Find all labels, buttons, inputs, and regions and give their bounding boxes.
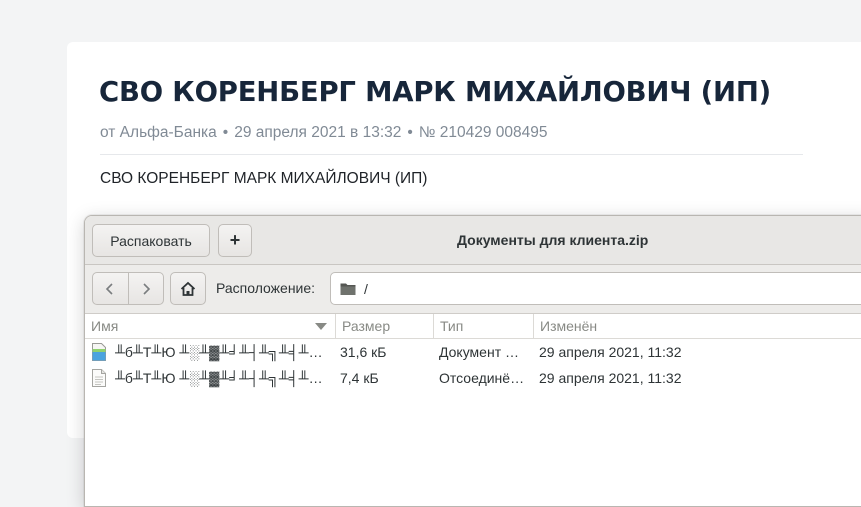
column-header-size[interactable]: Размер (335, 314, 433, 338)
file-row[interactable]: ╨б╨Т╨Ю ╨░╨▓╨╛╨┤╨╗╨╡╨╜╨╕╨╡ 31,6 кБ Докуме… (85, 339, 861, 365)
message-date: 29 апреля 2021 в 13:32 (234, 124, 402, 141)
column-header-type[interactable]: Тип (433, 314, 533, 338)
window-title: Документы для клиента.zip (457, 232, 649, 248)
file-list-header: Имя Размер Тип Изменён (85, 314, 861, 339)
sort-descending-icon (315, 323, 327, 330)
forward-button[interactable] (127, 273, 164, 304)
file-type: Документ … (439, 344, 519, 360)
message-meta: от Альфа-Банка • 29 апреля 2021 в 13:32 • № … (100, 124, 548, 142)
home-icon (180, 281, 196, 296)
chevron-left-icon (106, 282, 113, 295)
text-file-icon (92, 369, 106, 387)
header-bar: Распаковать + Документы для клиента.zip (85, 216, 861, 265)
meta-separator: • (407, 124, 413, 141)
home-button[interactable] (170, 272, 206, 305)
history-nav (92, 272, 164, 305)
column-name-label: Имя (91, 318, 119, 334)
location-label: Расположение: (216, 280, 316, 296)
folder-icon (340, 283, 356, 295)
add-files-button[interactable]: + (218, 224, 252, 257)
column-header-name[interactable]: Имя (85, 314, 335, 338)
back-button[interactable] (93, 273, 128, 304)
file-name: ╨б╨Т╨Ю ╨░╨▓╨╛╨┤╨╗╨╡╨╜╨╕╨╡ (115, 344, 329, 360)
file-modified: 29 апреля 2021, 11:32 (539, 370, 682, 386)
extract-button[interactable]: Распаковать (92, 224, 210, 257)
file-size: 31,6 кБ (340, 344, 387, 360)
chevron-right-icon (143, 282, 150, 295)
divider (100, 154, 803, 155)
location-bar: Расположение: / (85, 265, 861, 314)
location-field[interactable]: / (330, 272, 861, 305)
meta-separator: • (222, 124, 229, 141)
message-body: СВО КОРЕНБЕРГ МАРК МИХАЙЛОВИЧ (ИП) (100, 170, 428, 187)
document-icon (92, 343, 106, 361)
page-title: СВО КОРЕНБЕРГ МАРК МИХАЙЛОВИЧ (ИП) (99, 76, 771, 108)
sender: от Альфа-Банка (100, 124, 217, 141)
message-number: № 210429 008495 (418, 124, 548, 141)
file-type: Отсоединё… (439, 370, 525, 386)
file-size: 7,4 кБ (340, 370, 379, 386)
file-modified: 29 апреля 2021, 11:32 (539, 344, 682, 360)
file-name: ╨б╨Т╨Ю ╨░╨▓╨╛╨┤╨╗╨╡╨╜╨╕╨╡ (115, 370, 329, 386)
archive-manager-window: Распаковать + Документы для клиента.zip … (84, 215, 861, 507)
column-header-modified[interactable]: Изменён (533, 314, 861, 338)
location-path: / (364, 280, 368, 297)
file-row[interactable]: ╨б╨Т╨Ю ╨░╨▓╨╛╨┤╨╗╨╡╨╜╨╕╨╡ 7,4 кБ Отсоеди… (85, 365, 861, 391)
